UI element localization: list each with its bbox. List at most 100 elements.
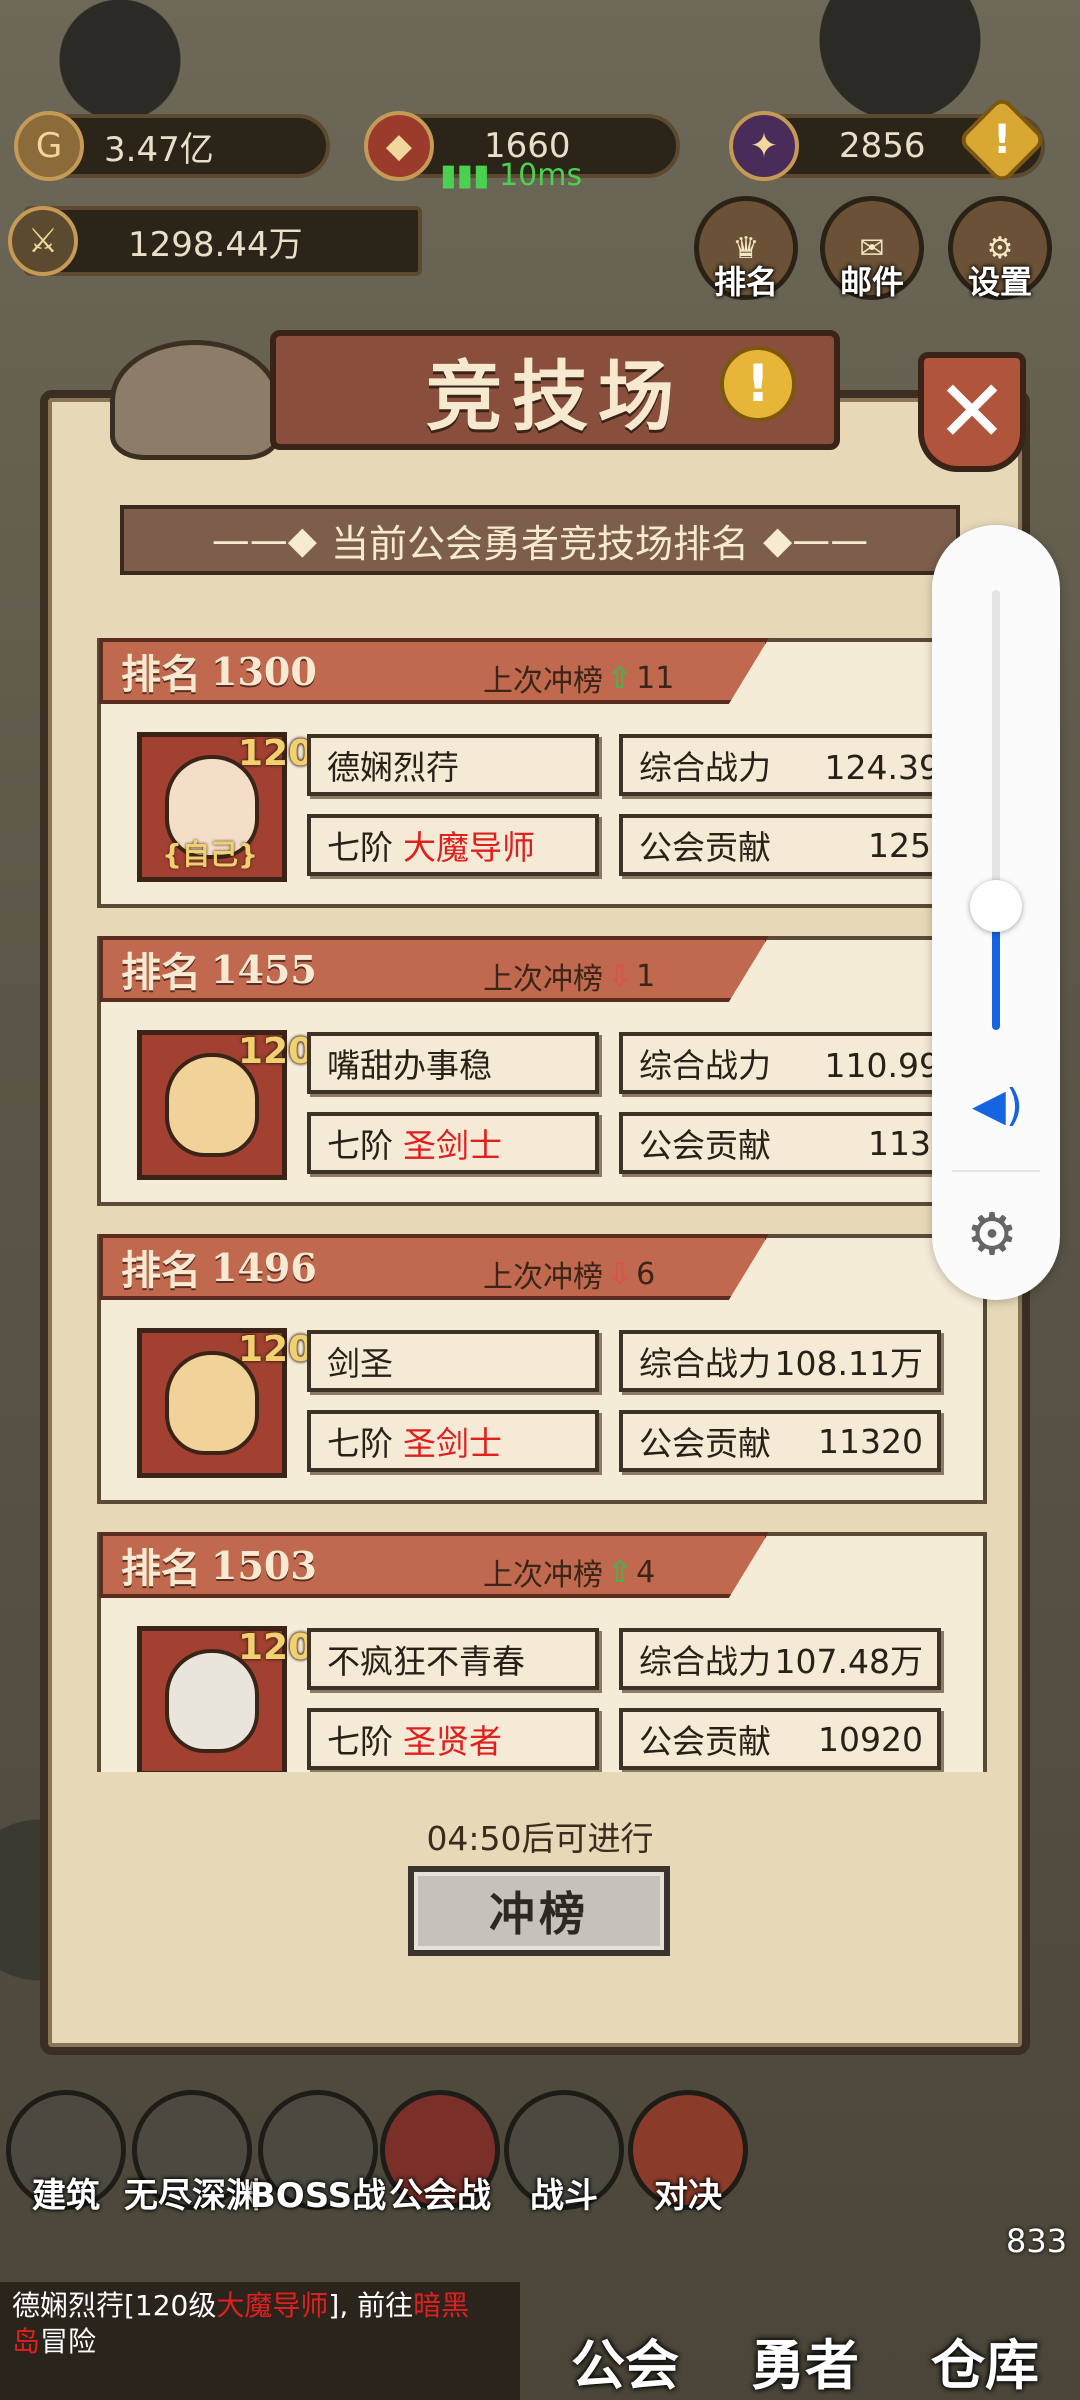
previous-climb: 上次冲榜 ⇩ 1 [483, 954, 655, 998]
nav-building-label: 建筑 [32, 2176, 100, 2216]
gold-counter: G 3.47亿 [14, 111, 330, 181]
rank-label: 排名 [121, 651, 201, 698]
climb-rank-button[interactable]: 冲榜 [408, 1866, 670, 1956]
settings-label: 设置 [967, 263, 1032, 301]
crest-icon: ◆ [364, 111, 434, 181]
hero-avatar[interactable]: 120 [137, 1626, 313, 1772]
arrow-down-icon: ⇩ [607, 958, 633, 994]
chat-place: 暗黑 [413, 2289, 470, 2322]
power-label: 综合战力 [639, 1344, 771, 1383]
nav-boss-label: BOSS战 [249, 2176, 387, 2216]
hero-avatar[interactable]: 120 [137, 1328, 313, 1478]
change-value: 6 [636, 1256, 656, 1292]
chat-class: 大魔导师 [216, 2289, 329, 2322]
nav-duel[interactable]: 对决 [628, 2090, 748, 2216]
hero-level: 120 [238, 1031, 314, 1072]
ping-value: 10ms [499, 158, 583, 193]
hero-avatar[interactable]: 120 {自己} [137, 732, 313, 882]
tab-warehouse[interactable]: 仓库 [900, 2240, 1070, 2400]
chat-text: ], 前往 [328, 2289, 414, 2322]
close-icon: ✕ [935, 362, 1009, 462]
power-field: 综合战力 108.11万 [619, 1330, 941, 1392]
contribution-field: 公会贡献 11320 [619, 1410, 941, 1472]
nav-boss[interactable]: BOSS战 [250, 2090, 386, 2216]
player-name: 嘴甜办事稳 [307, 1032, 599, 1094]
chat-line: 德娴烈荇[120级大魔导师], 前往暗黑 [12, 2288, 508, 2324]
rank-ribbon: 排名 1300 上次冲榜 ⇧ 11 [99, 638, 769, 704]
ranking-card: 排名 1496 上次冲榜 ⇩ 6 120 剑圣 七阶 圣剑士 综合战力 108.… [97, 1234, 987, 1504]
prev-label: 上次冲榜 [483, 962, 603, 997]
class-name: 圣剑士 [403, 1126, 502, 1165]
close-button[interactable]: ✕ [918, 352, 1026, 472]
power-field: 综合战力 107.48万 [619, 1628, 941, 1690]
rank-value: 1496 [211, 1244, 317, 1290]
player-class: 七阶 圣贤者 [307, 1708, 599, 1770]
tab-guild[interactable]: 公会 [540, 2240, 710, 2400]
mail-button[interactable]: 邮件 ✉ [820, 196, 924, 301]
player-class: 七阶 圣剑士 [307, 1112, 599, 1174]
power-label: 综合战力 [639, 1046, 771, 1085]
change-value: 11 [636, 660, 675, 696]
power-value: 1298.44万 [128, 224, 303, 265]
rank-label: 排名 [121, 1545, 201, 1592]
ranking-card: 排名 1503 上次冲榜 ⇧ 4 120 不疯狂不青春 七阶 圣贤者 综合战力 … [97, 1532, 987, 1772]
hero-level: 120 [238, 1627, 314, 1668]
rank-value: 1300 [211, 648, 317, 694]
nav-abyss-label: 无尽深渊 [124, 2176, 260, 2216]
previous-climb: 上次冲榜 ⇧ 11 [483, 656, 674, 700]
chat-log[interactable]: 德娴烈荇[120级大魔导师], 前往暗黑 岛冒险 [0, 2282, 520, 2400]
gold-value: 3.47亿 [104, 129, 214, 170]
contribution-label: 公会贡献 [639, 1126, 771, 1165]
chat-line: 岛冒险 [12, 2324, 508, 2360]
rank-value: 1503 [211, 1542, 317, 1588]
title-help-icon[interactable]: ! [720, 346, 796, 422]
mail-label: 邮件 [839, 263, 904, 301]
modal-title-text: 竞技场 [426, 352, 684, 441]
class-name: 圣贤者 [403, 1722, 502, 1761]
tab-hero[interactable]: 勇者 [720, 2240, 890, 2400]
cooldown-timer: 04:50后可进行 [426, 1819, 654, 1858]
essence-value: 2856 [839, 126, 926, 166]
arrow-down-icon: ⇩ [607, 1256, 633, 1292]
gold-coin-icon: G [14, 111, 84, 181]
self-tag: {自己} [162, 838, 258, 871]
power-label: 综合战力 [639, 748, 771, 787]
previous-climb: 上次冲榜 ⇧ 4 [483, 1550, 655, 1594]
prev-label: 上次冲榜 [483, 1558, 603, 1593]
player-name: 不疯狂不青春 [307, 1628, 599, 1690]
change-value: 1 [636, 958, 656, 994]
hero-level: 120 [238, 733, 314, 774]
ranking-button[interactable]: 排名 ♛ [694, 196, 798, 301]
power-label: 综合战力 [639, 1642, 771, 1681]
player-class: 七阶 大魔导师 [307, 814, 599, 876]
nav-abyss[interactable]: 无尽深渊 [124, 2090, 260, 2216]
contribution-value: 10920 [818, 1719, 923, 1759]
tier-label: 七阶 [327, 1424, 393, 1463]
ranking-list[interactable]: 排名 1300 上次冲榜 ⇧ 11 120 {自己} 德娴烈荇 七阶 大魔导师 … [97, 638, 987, 1772]
nav-battle[interactable]: 战斗 [504, 2090, 624, 2216]
subtitle-text: 当前公会勇者竞技场排名 [330, 521, 749, 566]
nav-guild-war[interactable]: 公会战 [380, 2090, 500, 2216]
speaker-icon[interactable]: ◀) [972, 1080, 1023, 1131]
change-value: 4 [636, 1554, 656, 1590]
contribution-field: 公会贡献 10920 [619, 1708, 941, 1770]
ranking-card: 排名 1455 上次冲榜 ⇩ 1 120 嘴甜办事稳 七阶 圣剑士 综合战力 1… [97, 936, 987, 1206]
power-shield-icon: ⚔ [8, 206, 78, 276]
rank-value: 1455 [211, 946, 317, 992]
contribution-value: 11320 [818, 1421, 923, 1461]
arrow-up-icon: ⇧ [607, 1554, 633, 1590]
settings-button[interactable]: 设置 ⚙ [948, 196, 1052, 301]
rank-label: 排名 [121, 1247, 201, 1294]
prev-label: 上次冲榜 [483, 1260, 603, 1295]
power-value: 108.11万 [774, 1344, 923, 1383]
sound-settings-icon[interactable]: ⚙ [966, 1200, 1018, 1268]
chat-text: 冒险 [40, 2325, 97, 2358]
tier-label: 七阶 [327, 1722, 393, 1761]
volume-slider-knob[interactable] [970, 880, 1022, 932]
nav-duel-label: 对决 [654, 2176, 722, 2216]
nav-building[interactable]: 建筑 [6, 2090, 126, 2216]
subtitle-ornament-left: ——◆ [211, 518, 317, 562]
tier-label: 七阶 [327, 1126, 393, 1165]
hero-avatar[interactable]: 120 [137, 1030, 313, 1180]
hero-level: 120 [238, 1329, 314, 1370]
